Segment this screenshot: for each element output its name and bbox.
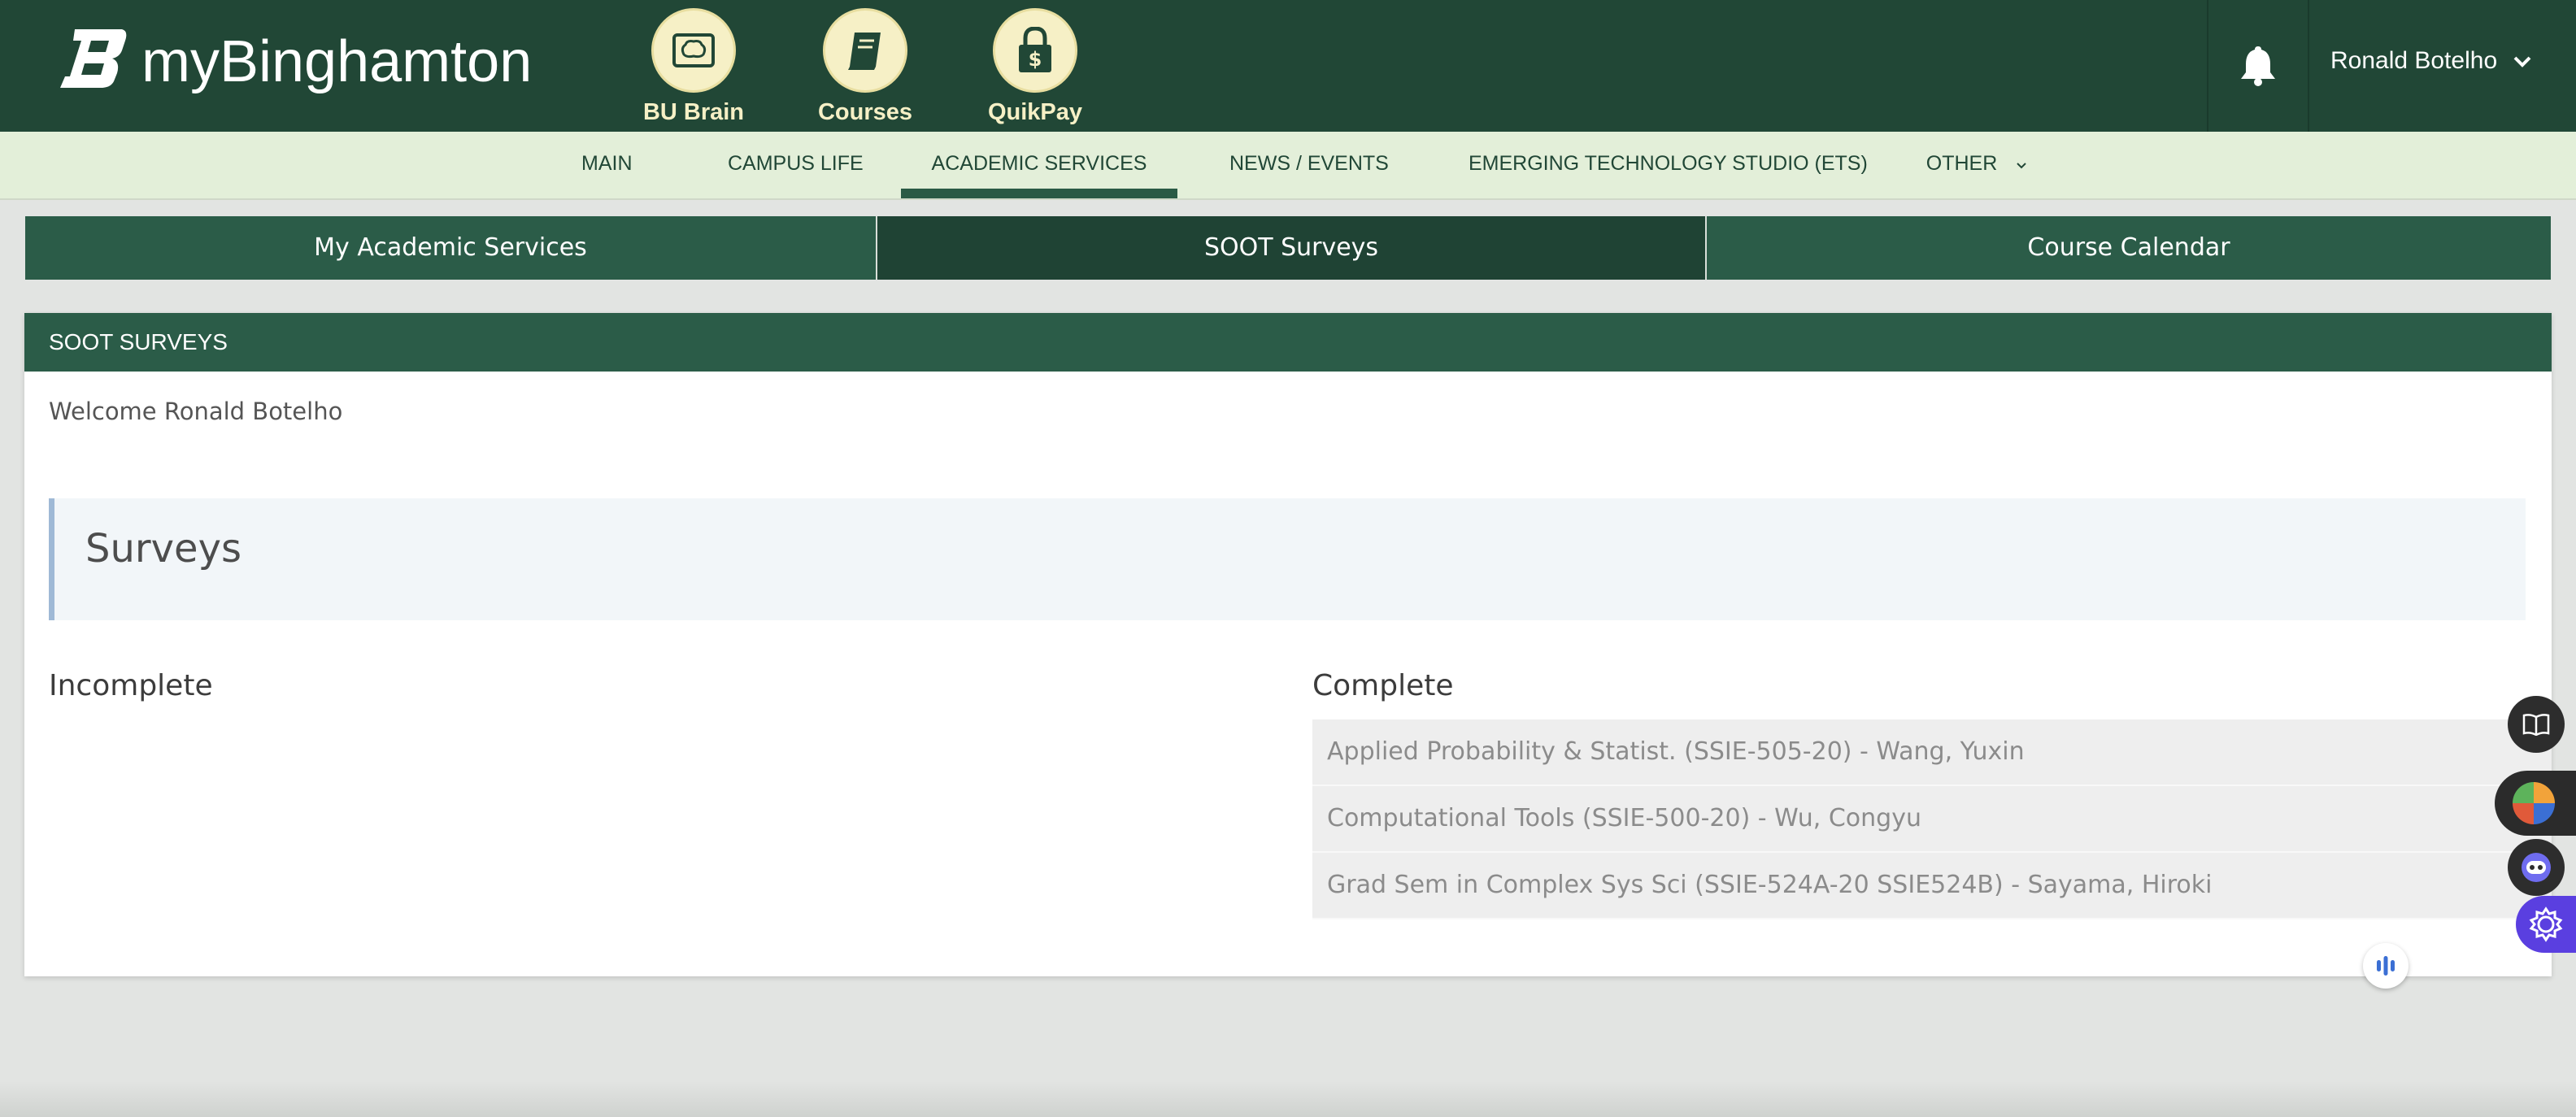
tab-soot-surveys[interactable]: SOOT Surveys xyxy=(877,216,1707,280)
bell-icon xyxy=(2241,46,2275,86)
robot-face-icon xyxy=(2522,853,2551,882)
quikpay-app-button[interactable]: $ QuikPay xyxy=(966,8,1104,126)
panel-title: SOOT SURVEYS xyxy=(24,313,2552,372)
chevron-down-icon xyxy=(2017,163,2026,169)
courses-app-button[interactable]: Courses xyxy=(796,8,934,126)
welcome-text: Welcome Ronald Botelho xyxy=(49,398,343,425)
tab-course-calendar[interactable]: Course Calendar xyxy=(1707,216,2551,280)
courses-label: Courses xyxy=(817,99,913,125)
nav-news-events[interactable]: NEWS / EVENTS xyxy=(1229,132,1389,198)
nav-campus-life[interactable]: CAMPUS LIFE xyxy=(728,132,864,198)
complete-heading: Complete xyxy=(1312,669,1454,702)
extension-tab[interactable] xyxy=(2495,771,2576,836)
list-item[interactable]: Computational Tools (SSIE-500-20) - Wu, … xyxy=(1312,786,2552,853)
voice-assistant-button[interactable] xyxy=(2363,943,2408,989)
top-header: myBinghamton BU Brain Courses $ QuikPay … xyxy=(0,0,2576,132)
surveys-callout: Surveys xyxy=(49,498,2526,620)
lock-dollar-icon: $ xyxy=(993,8,1077,93)
tab-my-academic-services[interactable]: My Academic Services xyxy=(25,216,877,280)
soot-surveys-panel: SOOT SURVEYS Welcome Ronald Botelho Surv… xyxy=(24,313,2552,976)
svg-text:$: $ xyxy=(1029,48,1042,71)
chevron-down-icon xyxy=(2513,56,2530,67)
surveys-heading: Surveys xyxy=(85,526,242,572)
brand-title[interactable]: myBinghamton xyxy=(141,26,532,98)
quikpay-label: QuikPay xyxy=(987,99,1083,125)
incomplete-heading: Incomplete xyxy=(49,669,213,702)
user-name: Ronald Botelho xyxy=(2330,47,2498,74)
nav-other[interactable]: OTHER xyxy=(1924,132,2030,198)
nav-ets[interactable]: EMERGING TECHNOLOGY STUDIO (ETS) xyxy=(1469,132,1868,198)
list-item[interactable]: Applied Probability & Statist. (SSIE-505… xyxy=(1312,719,2552,786)
settings-extension-button[interactable] xyxy=(2516,896,2576,953)
bu-brain-app-button[interactable]: BU Brain xyxy=(624,8,763,126)
list-item[interactable]: Grad Sem in Complex Sys Sci (SSIE-524A-2… xyxy=(1312,853,2552,919)
notifications-button[interactable] xyxy=(2207,0,2309,132)
nav-main[interactable]: MAIN xyxy=(581,132,633,198)
chatbot-button[interactable] xyxy=(2508,839,2565,896)
user-menu[interactable]: Ronald Botelho xyxy=(2330,47,2532,75)
gear-icon xyxy=(2529,906,2563,942)
binghamton-b-logo-icon[interactable] xyxy=(59,24,128,89)
bottom-shadow xyxy=(0,1081,2576,1117)
audio-bars-icon xyxy=(2377,956,2395,976)
reader-button[interactable] xyxy=(2508,696,2565,753)
bu-brain-label: BU Brain xyxy=(642,99,745,125)
book-icon xyxy=(823,8,907,93)
open-book-icon xyxy=(2522,714,2550,736)
complete-survey-list: Applied Probability & Statist. (SSIE-505… xyxy=(1312,719,2552,919)
nav-academic-services[interactable]: ACADEMIC SERVICES xyxy=(901,132,1177,198)
sub-tabs: My Academic Services SOOT Surveys Course… xyxy=(25,216,2551,280)
brain-icon xyxy=(651,8,736,93)
nav-other-label: OTHER xyxy=(1925,152,1998,175)
main-nav: MAIN CAMPUS LIFE ACADEMIC SERVICES NEWS … xyxy=(0,132,2576,200)
colorful-extension-icon xyxy=(2513,782,2555,824)
